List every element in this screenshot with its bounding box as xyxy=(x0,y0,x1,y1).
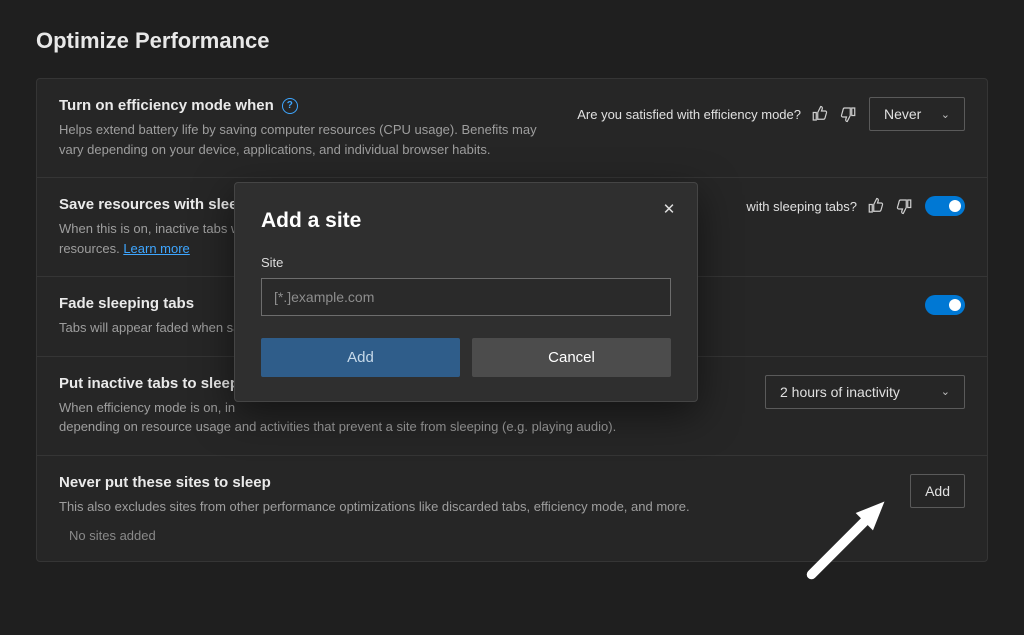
dialog-site-label: Site xyxy=(261,255,671,270)
thumbs-down-icon[interactable] xyxy=(895,197,913,215)
efficiency-feedback-q: Are you satisfied with efficiency mode? xyxy=(577,107,801,122)
inactive-desc: When efficiency mode is on, in depending… xyxy=(59,398,745,437)
dialog-add-button[interactable]: Add xyxy=(261,338,460,377)
row-never-sleep: Never put these sites to sleep This also… xyxy=(37,456,987,562)
efficiency-select-value: Never xyxy=(884,106,921,122)
never-desc: This also excludes sites from other perf… xyxy=(59,497,879,517)
efficiency-title: Turn on efficiency mode when xyxy=(59,97,274,114)
help-icon[interactable]: ? xyxy=(282,98,298,114)
thumbs-down-icon[interactable] xyxy=(839,105,857,123)
page-title: Optimize Performance xyxy=(36,28,988,54)
never-sites-empty: No sites added xyxy=(59,516,890,543)
row-efficiency-mode: Turn on efficiency mode when ? Helps ext… xyxy=(37,79,987,178)
sleeping-title: Save resources with sleep xyxy=(59,196,247,213)
sleeping-toggle[interactable] xyxy=(925,196,965,216)
inactive-select[interactable]: 2 hours of inactivity ⌄ xyxy=(765,375,965,409)
dialog-title: Add a site xyxy=(261,209,671,233)
dialog-cancel-button[interactable]: Cancel xyxy=(472,338,671,377)
never-title: Never put these sites to sleep xyxy=(59,474,271,491)
inactive-select-value: 2 hours of inactivity xyxy=(780,384,900,400)
fade-toggle[interactable] xyxy=(925,295,965,315)
close-icon[interactable]: ✕ xyxy=(657,197,681,221)
site-input[interactable] xyxy=(261,278,671,316)
sleeping-feedback-tail: with sleeping tabs? xyxy=(746,199,857,214)
learn-more-link[interactable]: Learn more xyxy=(123,241,189,256)
efficiency-feedback: Are you satisfied with efficiency mode? xyxy=(577,105,857,123)
thumbs-up-icon[interactable] xyxy=(867,197,885,215)
fade-title: Fade sleeping tabs xyxy=(59,295,194,312)
add-site-button[interactable]: Add xyxy=(910,474,965,508)
sleeping-feedback: with sleeping tabs? xyxy=(746,197,913,215)
efficiency-select[interactable]: Never ⌄ xyxy=(869,97,965,131)
efficiency-desc: Helps extend battery life by saving comp… xyxy=(59,120,557,159)
chevron-down-icon: ⌄ xyxy=(941,385,950,398)
thumbs-up-icon[interactable] xyxy=(811,105,829,123)
chevron-down-icon: ⌄ xyxy=(941,108,950,121)
add-site-dialog: ✕ Add a site Site Add Cancel xyxy=(234,182,698,402)
inactive-title: Put inactive tabs to sleep xyxy=(59,375,239,392)
